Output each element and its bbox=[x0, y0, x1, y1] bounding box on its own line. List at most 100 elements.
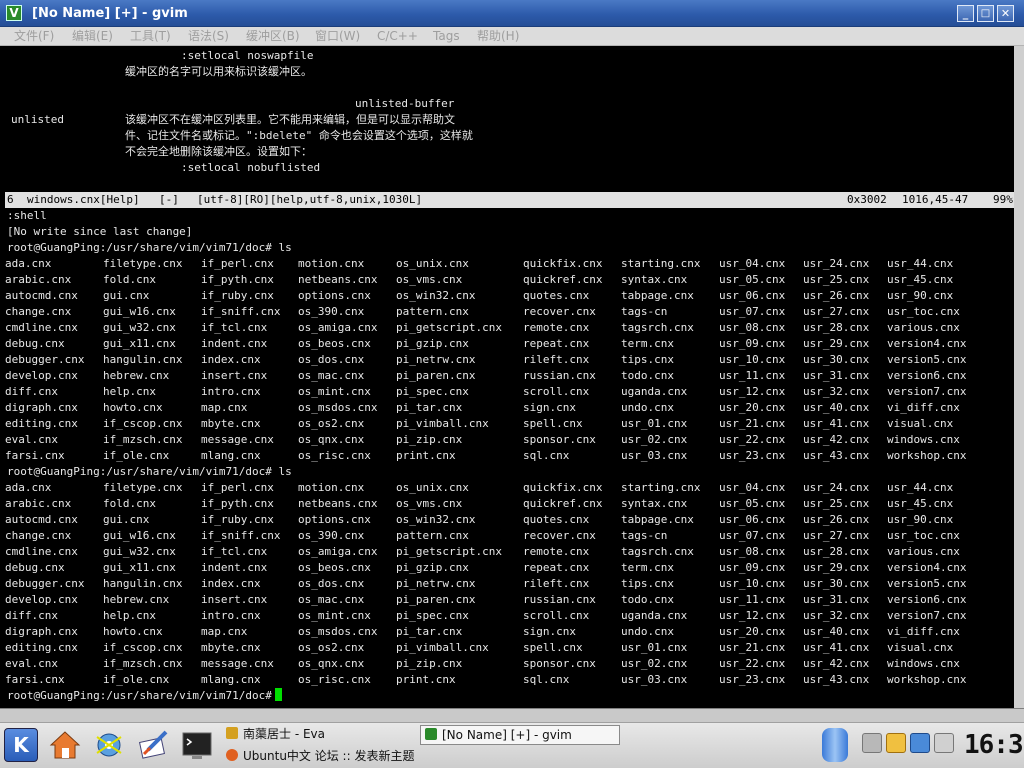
menu-edit[interactable]: 编辑(E) bbox=[72, 28, 113, 44]
listing-file: os_msdos.cnx bbox=[298, 625, 378, 638]
listing-file: quickref.cnx bbox=[523, 273, 603, 286]
file-listing: ada.cnx filetype.cnx if_perl.cnx motion.cnx… bbox=[5, 480, 1014, 688]
taskbar: K 南蕖居士 - Eva Ubuntu中文 论坛 :: 发表新主题 [No Na… bbox=[0, 722, 1024, 768]
volume-icon[interactable] bbox=[910, 733, 930, 753]
listing-row: ada.cnx filetype.cnx if_perl.cnx motion.cnx… bbox=[5, 480, 1014, 496]
storage-icon[interactable] bbox=[822, 728, 848, 762]
listing-file: version5.cnx bbox=[887, 577, 967, 590]
menu-tags[interactable]: Tags bbox=[433, 28, 460, 44]
help-tag[interactable]: unlisted-buffer bbox=[355, 96, 454, 112]
listing-file: if_ole.cnx bbox=[103, 673, 170, 686]
listing-file: visual.cnx bbox=[887, 417, 954, 430]
listing-row: develop.cnx hebrew.cnx insert.cnx os_mac.cn… bbox=[5, 368, 1014, 384]
listing-file: scroll.cnx bbox=[523, 385, 590, 398]
listing-file: usr_04.cnx bbox=[719, 481, 786, 494]
vim-icon[interactable]: V bbox=[6, 5, 22, 21]
listing-file: usr_23.cnx bbox=[719, 673, 786, 686]
listing-file: tagsrch.cnx bbox=[621, 321, 694, 334]
listing-row: autocmd.cnx gui.cnx if_ruby.cnx options.cnx… bbox=[5, 288, 1014, 304]
menu-bar: 文件(F) 编辑(E) 工具(T) 语法(S) 缓冲区(B) 窗口(W) C/C… bbox=[0, 27, 1024, 46]
network-icon[interactable] bbox=[934, 733, 954, 753]
menu-syntax[interactable]: 语法(S) bbox=[188, 28, 229, 44]
listing-file: usr_41.cnx bbox=[803, 641, 870, 654]
listing-file: repeat.cnx bbox=[523, 561, 590, 574]
listing-file: os_qnx.cnx bbox=[298, 433, 365, 446]
kde-menu-icon[interactable]: K bbox=[4, 728, 38, 762]
listing-file: if_perl.cnx bbox=[201, 481, 274, 494]
maximize-button[interactable]: □ bbox=[977, 5, 994, 22]
listing-row: diff.cnx help.cnx intro.cnx os_mint.cnx pi_s… bbox=[5, 608, 1014, 624]
vertical-scrollbar[interactable] bbox=[1014, 46, 1024, 708]
listing-file: usr_toc.cnx bbox=[887, 305, 960, 318]
listing-file: os_win32.cnx bbox=[396, 513, 476, 526]
listing-file: pi_getscript.cnx bbox=[396, 545, 502, 558]
listing-file: sponsor.cnx bbox=[523, 433, 596, 446]
menu-window[interactable]: 窗口(W) bbox=[315, 28, 360, 44]
menu-help[interactable]: 帮助(H) bbox=[477, 28, 519, 44]
keyboard-icon[interactable] bbox=[862, 733, 882, 753]
listing-file: usr_40.cnx bbox=[803, 401, 870, 414]
listing-file: if_pyth.cnx bbox=[201, 497, 274, 510]
task-firefox[interactable]: Ubuntu中文 论坛 :: 发表新主题 bbox=[226, 747, 414, 765]
listing-file: change.cnx bbox=[5, 305, 72, 318]
terminal-icon[interactable] bbox=[180, 728, 214, 762]
task-eva[interactable]: 南蕖居士 - Eva bbox=[226, 725, 325, 743]
horizontal-scrollbar[interactable] bbox=[0, 708, 1024, 722]
listing-file: mlang.cnx bbox=[201, 673, 261, 686]
listing-file: usr_27.cnx bbox=[803, 529, 870, 542]
listing-file: version6.cnx bbox=[887, 369, 967, 382]
listing-file: editing.cnx bbox=[5, 417, 78, 430]
listing-file: diff.cnx bbox=[5, 609, 58, 622]
listing-file: usr_30.cnx bbox=[803, 577, 870, 590]
listing-file: indent.cnx bbox=[201, 561, 268, 574]
listing-file: if_ole.cnx bbox=[103, 449, 170, 462]
listing-file: usr_08.cnx bbox=[719, 545, 786, 558]
listing-file: if_mzsch.cnx bbox=[103, 657, 183, 670]
listing-file: usr_26.cnx bbox=[803, 289, 870, 302]
text-cursor bbox=[274, 688, 282, 701]
listing-file: starting.cnx bbox=[621, 257, 701, 270]
listing-file: usr_24.cnx bbox=[803, 481, 870, 494]
browser-icon[interactable] bbox=[92, 728, 126, 762]
listing-file: message.cnx bbox=[201, 657, 274, 670]
close-button[interactable]: ✕ bbox=[997, 5, 1014, 22]
menu-file[interactable]: 文件(F) bbox=[14, 28, 54, 44]
window-title-bar[interactable]: V [No Name] [+] - gvim _ □ ✕ bbox=[0, 0, 1024, 27]
listing-file: usr_44.cnx bbox=[887, 257, 954, 270]
shell-prompt-current[interactable]: root@GuangPing:/usr/share/vim/vim71/doc# bbox=[7, 688, 282, 704]
listing-file: recover.cnx bbox=[523, 305, 596, 318]
listing-file: os_os2.cnx bbox=[298, 641, 365, 654]
listing-file: russian.cnx bbox=[523, 593, 596, 606]
minimize-button[interactable]: _ bbox=[957, 5, 974, 22]
listing-file: os_risc.cnx bbox=[298, 449, 371, 462]
clock[interactable]: 16:32 bbox=[964, 731, 1024, 759]
listing-file: if_tcl.cnx bbox=[201, 545, 268, 558]
klipper-icon[interactable] bbox=[886, 733, 906, 753]
menu-buffers[interactable]: 缓冲区(B) bbox=[246, 28, 300, 44]
menu-tools[interactable]: 工具(T) bbox=[130, 28, 171, 44]
listing-file: usr_25.cnx bbox=[803, 273, 870, 286]
listing-file: version7.cnx bbox=[887, 385, 967, 398]
listing-file: version6.cnx bbox=[887, 593, 967, 606]
listing-file: ada.cnx bbox=[5, 481, 52, 494]
listing-file: pi_vimball.cnx bbox=[396, 641, 489, 654]
listing-file: usr_04.cnx bbox=[719, 257, 786, 270]
listing-file: autocmd.cnx bbox=[5, 289, 78, 302]
menu-cpp[interactable]: C/C++ bbox=[377, 28, 418, 44]
listing-file: eval.cnx bbox=[5, 433, 58, 446]
listing-file: sql.cnx bbox=[523, 673, 570, 686]
listing-file: usr_05.cnx bbox=[719, 497, 786, 510]
editor-area[interactable]: :setlocal noswapfile 缓冲区的名字可以用来标识该缓冲区。 u… bbox=[5, 46, 1014, 708]
firefox-icon bbox=[226, 749, 238, 761]
listing-file: gui_w32.cnx bbox=[103, 321, 176, 334]
status-position: 1016,45-47 bbox=[902, 193, 969, 206]
listing-file: syntax.cnx bbox=[621, 273, 688, 286]
listing-file: usr_22.cnx bbox=[719, 657, 786, 670]
listing-file: usr_26.cnx bbox=[803, 513, 870, 526]
listing-file: map.cnx bbox=[201, 625, 248, 638]
office-icon[interactable] bbox=[136, 728, 170, 762]
task-gvim-active[interactable]: [No Name] [+] - gvim bbox=[420, 725, 620, 745]
home-icon[interactable] bbox=[48, 728, 82, 762]
listing-file: usr_02.cnx bbox=[621, 433, 688, 446]
listing-file: usr_22.cnx bbox=[719, 433, 786, 446]
